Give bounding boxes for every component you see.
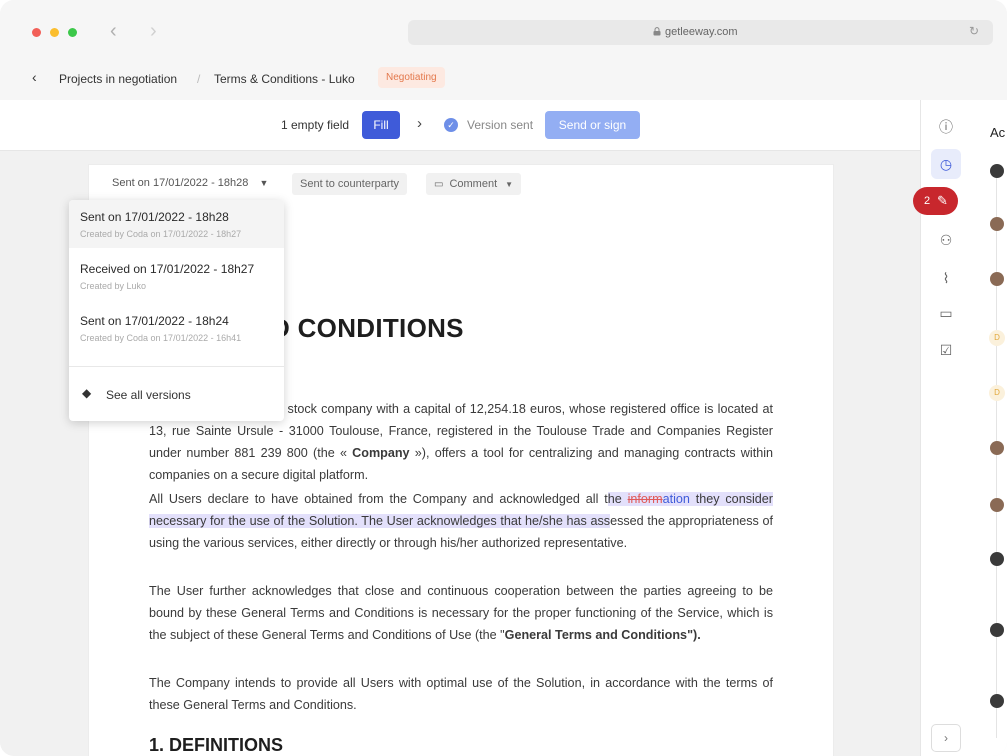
versions-dropdown: Sent on 17/01/2022 - 18h28 Created by Co… [69, 200, 284, 421]
next-step-icon: › [417, 115, 422, 132]
avatar [990, 217, 1004, 231]
maximize-window-dot[interactable] [68, 28, 77, 37]
url-text: getleeway.com [653, 26, 738, 38]
avatar [990, 552, 1004, 566]
collapse-panel-button[interactable]: › [931, 724, 961, 752]
version-item-subtitle: Created by Coda on 17/01/2022 - 16h41 [80, 333, 242, 343]
paragraph-cooperation: The User further acknowledges that close… [149, 580, 773, 646]
version-item-title: Sent on 17/01/2022 - 18h28 [80, 210, 229, 224]
version-item-subtitle: Created by Coda on 17/01/2022 - 18h27 [80, 229, 242, 239]
paragraph-intent: The Company intends to provide all Users… [149, 676, 773, 712]
dropdown-divider [69, 366, 284, 367]
version-select-label: Sent on 17/01/2022 - 18h28 [112, 177, 249, 189]
paragraph-users-start: All Users declare to have obtained from … [149, 492, 608, 506]
avatar [990, 623, 1004, 637]
see-all-versions-label: See all versions [106, 388, 191, 402]
user-initial-badge: D [989, 330, 1005, 346]
breadcrumb: ‹ Projects in negotiation / Terms & Cond… [0, 56, 1007, 101]
address-bar[interactable]: getleeway.com ↻ [408, 20, 993, 45]
gtc-term: General Terms and Conditions [504, 628, 688, 642]
check-icon: ✓ [444, 118, 458, 132]
title-bar: ‹ › getleeway.com ↻ [0, 0, 1007, 56]
version-item[interactable]: Received on 17/01/2022 - 18h27 Created b… [69, 252, 284, 300]
edit-icon: ✎ [937, 193, 948, 208]
close-window-dot[interactable] [32, 28, 41, 37]
breadcrumb-back-icon[interactable]: ‹ [32, 69, 37, 85]
comment-button[interactable]: ▭ Comment ▼ [426, 173, 522, 195]
breadcrumb-separator: / [197, 72, 201, 86]
timeline-line [996, 178, 997, 738]
caret-down-icon: ▼ [505, 180, 514, 189]
edits-notification[interactable]: 2 ✎ [913, 187, 958, 215]
user-initial-badge: D [989, 385, 1005, 401]
version-sent-label: Version sent [467, 118, 534, 132]
section-heading-definitions: 1. DEFINITIONS [149, 735, 284, 755]
book-icon[interactable]: ▭ [936, 303, 956, 323]
see-all-versions-button[interactable]: ◆ See all versions [69, 376, 284, 412]
status-badge: Negotiating [378, 67, 445, 88]
deleted-text: inform [627, 492, 663, 506]
document-area: 1 empty field Fill › ✓ Version sent Send… [0, 100, 920, 756]
versions-stack-icon: ◆ [82, 386, 92, 400]
paragraph-users: All Users declare to have obtained from … [149, 488, 773, 554]
minimize-window-dot[interactable] [50, 28, 59, 37]
version-item-title: Received on 17/01/2022 - 18h27 [80, 262, 255, 276]
inserted-text: ation [662, 492, 690, 506]
reload-icon[interactable]: ↻ [969, 24, 979, 38]
url-value: getleeway.com [665, 26, 738, 38]
company-term: Company [352, 446, 410, 460]
paperclip-icon[interactable]: ⌇ [936, 268, 956, 288]
checklist-icon[interactable]: ☑ [936, 340, 956, 360]
version-item[interactable]: Sent on 17/01/2022 - 18h28 Created by Co… [69, 200, 284, 248]
right-rail: ⓘ ◷ 2 ✎ ⚇ ⌇ ▭ ☑ › [913, 100, 972, 756]
version-item[interactable]: Sent on 17/01/2022 - 18h24 Created by Co… [69, 304, 284, 352]
fill-button[interactable]: Fill [362, 111, 400, 139]
avatar [990, 694, 1004, 708]
avatar [990, 498, 1004, 512]
version-item-subtitle: Created by Luko [80, 281, 147, 291]
browser-window: ‹ › getleeway.com ↻ ‹ Projects in negoti… [0, 0, 1007, 756]
forward-icon[interactable]: › [150, 20, 157, 43]
avatar [990, 164, 1004, 178]
edit-count: 2 [924, 195, 931, 207]
version-select[interactable]: Sent on 17/01/2022 - 18h28 ▼ [112, 177, 268, 189]
activity-panel: Ac D D [971, 100, 1007, 756]
users-icon[interactable]: ⚇ [936, 230, 956, 250]
avatar [990, 441, 1004, 455]
empty-field-text: 1 empty field [281, 118, 350, 132]
document-toolbar: 1 empty field Fill › ✓ Version sent Send… [0, 100, 920, 151]
caret-down-icon: ▼ [259, 178, 269, 188]
comment-icon: ▭ [434, 179, 444, 190]
info-icon[interactable]: ⓘ [936, 117, 956, 137]
document-title: D CONDITIONS [271, 313, 464, 343]
avatar [990, 272, 1004, 286]
history-icon[interactable]: ◷ [936, 154, 956, 174]
breadcrumb-item-document[interactable]: Terms & Conditions - Luko [214, 72, 355, 86]
sent-to-counterparty-chip: Sent to counterparty [292, 173, 408, 195]
breadcrumb-item-projects[interactable]: Projects in negotiation [59, 72, 177, 86]
send-or-sign-button[interactable]: Send or sign [545, 111, 640, 139]
highlight-part-1: he [607, 492, 628, 506]
comment-label: Comment [449, 178, 498, 190]
lock-icon [653, 27, 661, 36]
back-icon[interactable]: ‹ [110, 20, 117, 43]
activity-panel-title: Ac [990, 125, 1006, 140]
version-item-title: Sent on 17/01/2022 - 18h24 [80, 314, 229, 328]
paragraph-cooperation-end: "). [687, 628, 701, 642]
